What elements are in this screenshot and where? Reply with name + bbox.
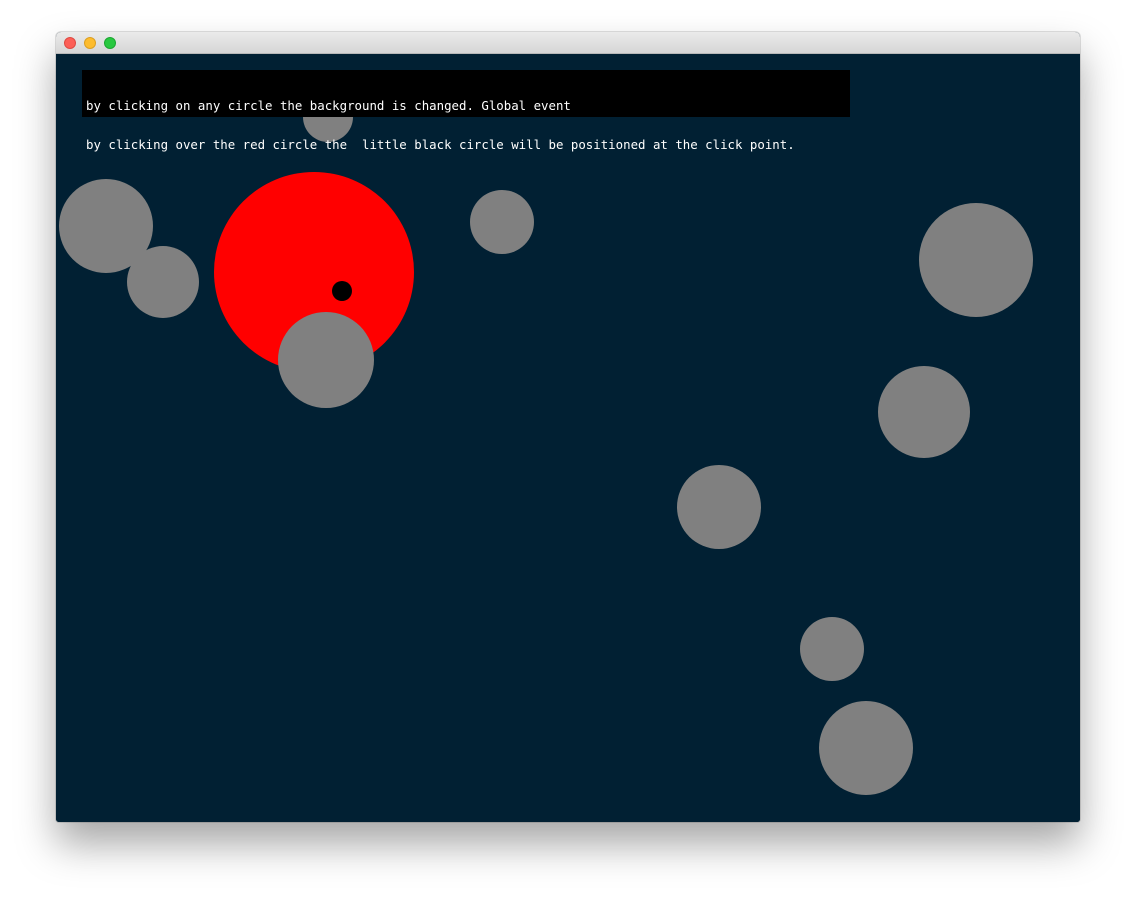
grey-circle[interactable]	[800, 617, 864, 681]
grey-circle[interactable]	[470, 190, 534, 254]
window-titlebar[interactable]	[56, 32, 1080, 54]
click-marker-dot	[332, 281, 352, 301]
grey-circle[interactable]	[919, 203, 1033, 317]
minimize-button[interactable]	[84, 37, 96, 49]
zoom-button[interactable]	[104, 37, 116, 49]
instructions-panel: by clicking on any circle the background…	[82, 70, 850, 151]
close-button[interactable]	[64, 37, 76, 49]
app-window: by clicking on any circle the background…	[56, 32, 1080, 822]
grey-circle[interactable]	[878, 366, 970, 458]
grey-circle[interactable]	[677, 465, 761, 549]
instruction-line-1: by clicking on any circle the background…	[86, 98, 571, 113]
grey-circle[interactable]	[127, 246, 199, 318]
scene-canvas[interactable]: by clicking on any circle the background…	[56, 54, 1080, 822]
grey-circle[interactable]	[278, 312, 374, 408]
instruction-line-2: by clicking over the red circle the litt…	[86, 137, 795, 152]
grey-circle[interactable]	[819, 701, 913, 795]
